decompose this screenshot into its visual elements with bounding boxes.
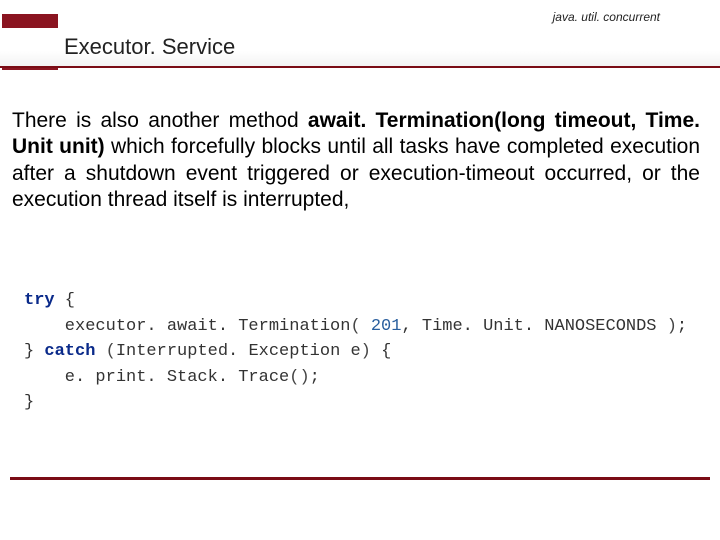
- code-kw-catch: catch: [44, 342, 95, 361]
- footer-rule: [10, 477, 710, 480]
- code-l3-mid: Interrupted. Exception e: [116, 342, 361, 361]
- code-l3-b: [95, 342, 105, 361]
- body-paragraph: There is also another method await. Term…: [12, 108, 700, 213]
- code-l3-p2: ): [361, 342, 371, 361]
- code-l2-p1: (: [350, 317, 370, 336]
- code-block: try { executor. await. Termination( 201,…: [24, 288, 687, 416]
- body-intro-suffix: which forcefully blocks until all tasks …: [12, 135, 700, 211]
- code-l4-p1: (): [289, 368, 309, 387]
- code-kw-try: try: [24, 291, 55, 310]
- code-l3-end: {: [371, 342, 391, 361]
- code-l4-end: ;: [310, 368, 320, 387]
- code-l2-p2: ): [667, 317, 677, 336]
- code-l3-p1: (: [106, 342, 116, 361]
- page-title: Executor. Service: [64, 34, 235, 60]
- slide: java. util. concurrent P Ł Executor. Ser…: [0, 0, 720, 540]
- code-l4-a: e. print. Stack. Trace: [24, 368, 289, 387]
- body-intro-prefix: There is also another method: [12, 109, 308, 132]
- code-l2-a: executor. await. Termination: [24, 317, 350, 336]
- package-label: java. util. concurrent: [553, 10, 660, 24]
- code-l2-end: ;: [677, 317, 687, 336]
- code-l3-a: }: [24, 342, 44, 361]
- code-l5: }: [24, 393, 34, 412]
- code-l2-num: 201: [371, 317, 402, 336]
- code-l2-mid: , Time. Unit. NANOSECONDS: [401, 317, 666, 336]
- code-l1-rest: {: [55, 291, 75, 310]
